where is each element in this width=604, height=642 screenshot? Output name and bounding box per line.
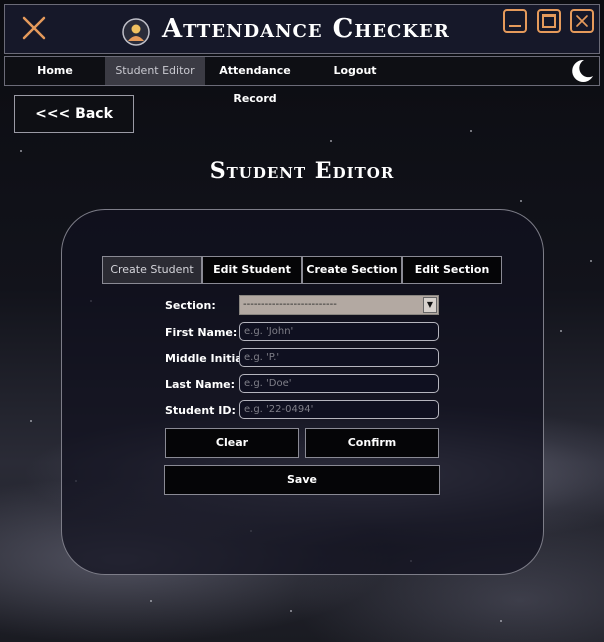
minimize-icon[interactable] (503, 9, 527, 33)
back-button[interactable]: <<< Back (14, 95, 134, 133)
clear-button[interactable]: Clear (165, 428, 299, 458)
tab-edit-student[interactable]: Edit Student (202, 256, 302, 284)
tab-create-section[interactable]: Create Section (302, 256, 402, 284)
app-title: Attendance Checker (162, 14, 450, 44)
student-id-label: Student ID: (165, 404, 236, 417)
page-title: Student Editor (209, 158, 395, 184)
nav-item-home[interactable]: Home (5, 57, 105, 85)
last-name-input[interactable] (239, 374, 439, 393)
section-select-value: -------------------------- (243, 299, 337, 310)
student-id-input[interactable] (239, 400, 439, 419)
close-icon[interactable] (21, 15, 47, 41)
first-name-input[interactable] (239, 322, 439, 341)
nav-item-attendance-record[interactable]: Attendance Record (205, 57, 305, 105)
save-button[interactable]: Save (164, 465, 440, 495)
middle-initial-label: Middle Initial: (165, 352, 251, 365)
nav-item-student-editor[interactable]: Student Editor (105, 57, 205, 85)
section-select[interactable]: -------------------------- ▼ (239, 295, 439, 315)
moon-icon[interactable] (567, 57, 595, 85)
title-bar: Attendance Checker (4, 4, 600, 54)
tab-create-student[interactable]: Create Student (102, 256, 202, 284)
section-label: Section: (165, 299, 216, 312)
maximize-icon[interactable] (537, 9, 561, 33)
confirm-button[interactable]: Confirm (305, 428, 439, 458)
last-name-label: Last Name: (165, 378, 236, 391)
app-logo-icon (122, 18, 150, 46)
chevron-down-icon[interactable]: ▼ (423, 297, 437, 313)
middle-initial-input[interactable] (239, 348, 439, 367)
first-name-label: First Name: (165, 326, 238, 339)
nav-item-logout[interactable]: Logout (305, 57, 405, 85)
tab-edit-section[interactable]: Edit Section (402, 256, 502, 284)
nav-bar: Home Student Editor Attendance Record Lo… (4, 56, 600, 105)
window-close-icon[interactable] (570, 9, 594, 33)
